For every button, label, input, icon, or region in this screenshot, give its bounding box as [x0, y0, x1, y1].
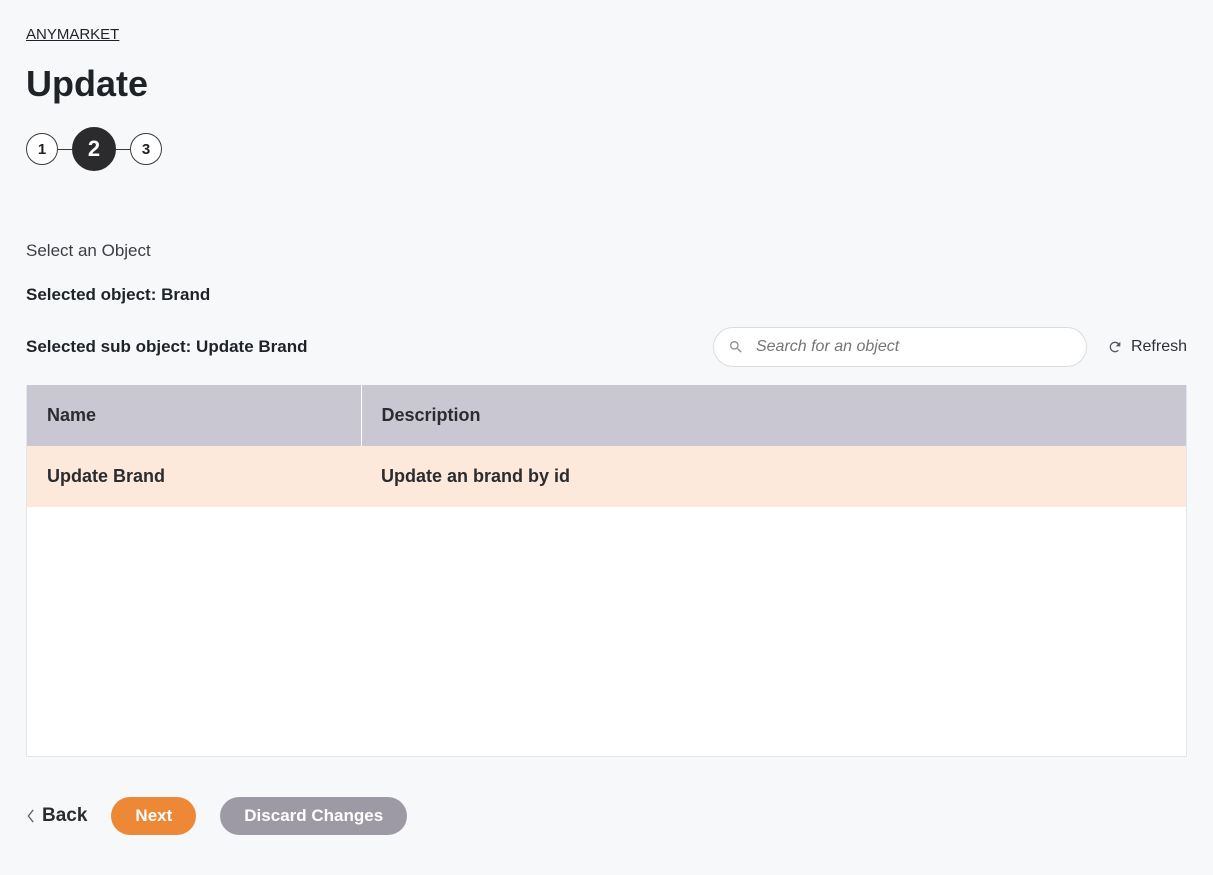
search-icon: [728, 339, 744, 355]
discard-changes-button[interactable]: Discard Changes: [220, 797, 407, 835]
refresh-button[interactable]: Refresh: [1107, 338, 1187, 356]
section-label: Select an Object: [26, 241, 1187, 261]
refresh-icon: [1107, 339, 1123, 355]
refresh-label: Refresh: [1131, 338, 1187, 356]
back-label: Back: [42, 805, 87, 827]
selected-sub-object: Selected sub object: Update Brand: [26, 337, 308, 357]
breadcrumb[interactable]: ANYMARKET: [26, 26, 119, 43]
step-connector: [58, 149, 72, 150]
search-field[interactable]: [713, 327, 1087, 367]
chevron-left-icon: [26, 809, 36, 823]
cell-name: Update Brand: [27, 446, 361, 507]
object-table: Name Description Update Brand Update an …: [26, 385, 1187, 757]
column-header-name: Name: [27, 385, 361, 446]
selected-object: Selected object: Brand: [26, 285, 1187, 305]
step-2[interactable]: 2: [72, 127, 116, 171]
page-title: Update: [26, 63, 1187, 105]
back-button[interactable]: Back: [26, 805, 87, 827]
table-row[interactable]: Update Brand Update an brand by id: [27, 446, 1186, 507]
step-1[interactable]: 1: [26, 133, 58, 165]
column-header-description: Description: [361, 385, 1186, 446]
stepper: 1 2 3: [26, 127, 1187, 171]
step-connector: [116, 149, 130, 150]
next-button[interactable]: Next: [111, 797, 196, 835]
search-input[interactable]: [754, 337, 1072, 357]
cell-description: Update an brand by id: [361, 446, 1186, 507]
step-3[interactable]: 3: [130, 133, 162, 165]
